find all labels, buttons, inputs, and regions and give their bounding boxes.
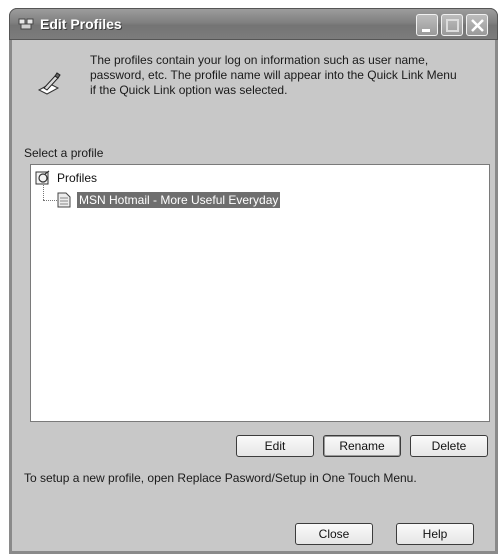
profile-tree[interactable]: Profiles MSN Hotmail - More Useful Every… xyxy=(30,164,490,422)
tree-item-profile[interactable]: MSN Hotmail - More Useful Everyday xyxy=(57,191,281,209)
delete-button[interactable]: Delete xyxy=(410,435,488,457)
app-icon xyxy=(18,18,34,30)
select-profile-label: Select a profile xyxy=(24,146,104,160)
tree-root-profiles[interactable]: Profiles xyxy=(35,169,97,187)
window-title: Edit Profiles xyxy=(40,16,122,32)
tree-connector xyxy=(43,200,57,201)
edit-button[interactable]: Edit xyxy=(236,435,314,457)
close-icon xyxy=(471,19,484,32)
dialog-body: The profiles contain your log on informa… xyxy=(12,40,495,551)
close-window-button[interactable] xyxy=(466,14,488,36)
tree-item-label: MSN Hotmail - More Useful Everyday xyxy=(77,192,281,208)
setup-instruction: To setup a new profile, open Replace Pas… xyxy=(24,471,417,485)
minimize-icon xyxy=(422,29,430,32)
tree-root-label: Profiles xyxy=(57,171,98,185)
document-icon xyxy=(57,192,71,208)
maximize-icon xyxy=(446,19,459,32)
intro-description: The profiles contain your log on informa… xyxy=(90,53,457,97)
edit-profiles-window: Edit Profiles The profiles contain your … xyxy=(9,8,498,554)
minimize-button[interactable] xyxy=(416,14,438,36)
rename-button[interactable]: Rename xyxy=(323,435,401,457)
tree-connector xyxy=(43,185,44,200)
pen-writing-icon xyxy=(37,72,61,95)
profiles-folder-icon xyxy=(35,170,50,185)
help-button[interactable]: Help xyxy=(396,523,474,545)
close-button[interactable]: Close xyxy=(295,523,373,545)
maximize-button[interactable] xyxy=(441,14,463,36)
title-bar[interactable]: Edit Profiles xyxy=(9,8,498,40)
